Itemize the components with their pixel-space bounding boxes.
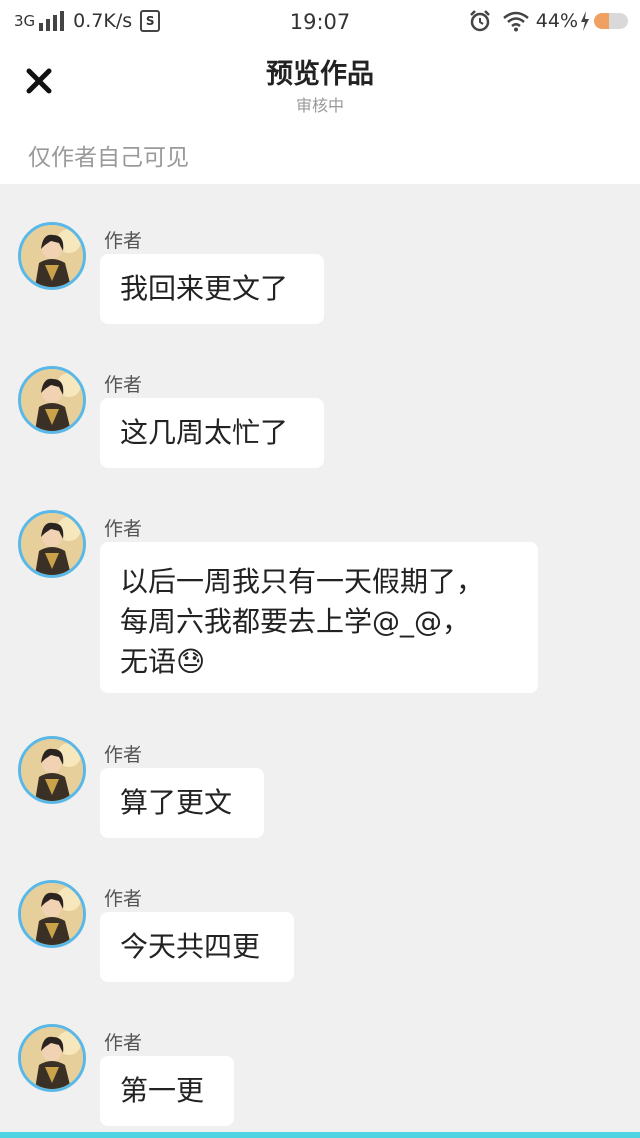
alarm-icon — [468, 9, 492, 33]
page-title: 预览作品 — [266, 59, 374, 90]
message-bubble: 这几周太忙了 — [100, 398, 324, 468]
visibility-note: 仅作者自己可见 — [28, 145, 189, 171]
author-avatar[interactable] — [18, 222, 86, 290]
author-label: 作者 — [104, 744, 143, 766]
battery-icon — [594, 13, 628, 29]
message-bubble: 算了更文 — [100, 768, 264, 838]
wifi-icon — [502, 10, 530, 32]
author-avatar[interactable] — [18, 366, 86, 434]
author-avatar[interactable] — [18, 880, 86, 948]
author-label: 作者 — [104, 518, 143, 540]
author-label: 作者 — [104, 374, 143, 396]
bottom-accent-bar — [0, 1132, 640, 1138]
author-avatar[interactable] — [18, 1024, 86, 1092]
message-bubble: 今天共四更 — [100, 912, 294, 982]
author-avatar[interactable] — [18, 736, 86, 804]
author-label: 作者 — [104, 1032, 143, 1054]
message-bubble: 第一更 — [100, 1056, 234, 1126]
status-right: 44% — [468, 9, 628, 33]
charging-icon — [580, 11, 590, 31]
review-status: 审核中 — [295, 96, 344, 115]
author-avatar[interactable] — [18, 510, 86, 578]
author-label: 作者 — [104, 230, 143, 252]
battery-level — [594, 13, 609, 29]
status-bar: 3G 0.7K/s S 19:07 44% — [0, 0, 640, 44]
top-panel: 3G 0.7K/s S 19:07 44% 预览作品 审核中 仅作者自己可见 — [0, 0, 640, 184]
author-label: 作者 — [104, 888, 143, 910]
message-bubble: 以后一周我只有一天假期了， 每周六我都要去上学@_@， 无语😓 — [100, 542, 538, 693]
message-bubble: 我回来更文了 — [100, 254, 324, 324]
battery-percent: 44% — [535, 10, 578, 32]
